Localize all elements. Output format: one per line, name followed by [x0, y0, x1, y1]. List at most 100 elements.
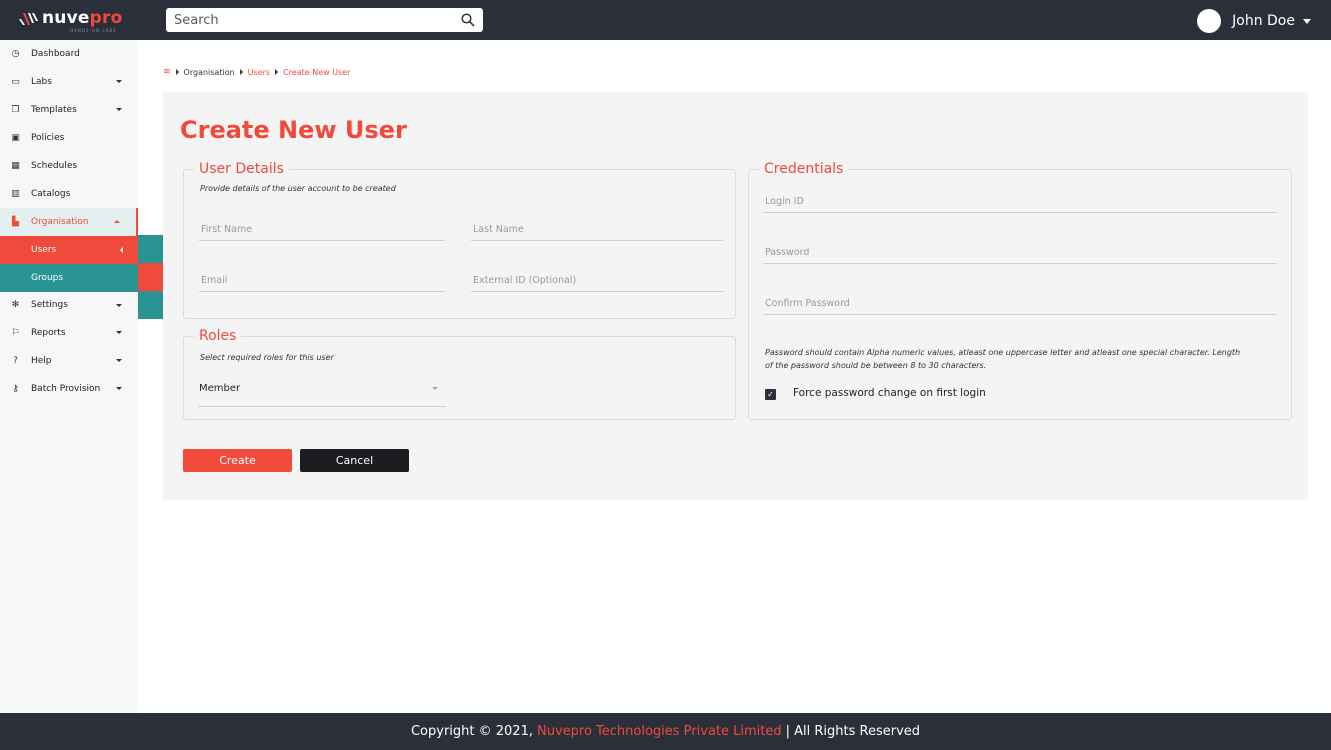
- email-input[interactable]: [199, 270, 445, 291]
- sidebar-item-help[interactable]: ? Help: [0, 347, 138, 375]
- sidebar-item-label: Catalogs: [31, 188, 71, 199]
- logo-text: nuvepro: [42, 8, 123, 28]
- sidebar-item-label: Labs: [31, 77, 52, 88]
- sidebar-item-users[interactable]: Users: [0, 235, 138, 264]
- create-button[interactable]: Create: [183, 449, 292, 472]
- search-icon[interactable]: [461, 13, 475, 27]
- sidebar-item-dashboard[interactable]: ◷ Dashboard: [0, 41, 138, 69]
- login-id-field: [763, 189, 1277, 213]
- search-input[interactable]: [174, 12, 461, 28]
- chevron-down-icon: [116, 303, 122, 307]
- help-icon: ?: [13, 356, 18, 367]
- first-name-input[interactable]: [199, 219, 445, 240]
- sidebar-item-reports[interactable]: ⚐ Reports: [0, 319, 138, 347]
- password-input[interactable]: [763, 242, 1277, 263]
- gear-icon: ✻: [11, 300, 20, 311]
- dropdown-caret-icon: [432, 387, 438, 390]
- breadcrumb-users[interactable]: Users: [248, 68, 270, 77]
- page-title: Create New User: [180, 116, 407, 144]
- breadcrumb-arrow-icon: [239, 69, 243, 75]
- force-password-change-label[interactable]: Force password change on first login: [793, 387, 986, 399]
- roles-select[interactable]: Member: [198, 374, 446, 407]
- sidebar-item-label: Batch Provision: [31, 384, 101, 395]
- sidebar-item-groups[interactable]: Groups: [0, 263, 138, 292]
- logo[interactable]: nuvepro HANDS-ON LABS: [18, 8, 122, 34]
- sidebar-item-label: Organisation: [31, 216, 89, 227]
- create-user-card: Create New User User Details Provide det…: [163, 92, 1308, 500]
- external-id-field: [471, 268, 723, 292]
- sidebar-item-label: Settings: [31, 300, 68, 311]
- chevron-down-icon[interactable]: [1303, 18, 1311, 24]
- sidebar-item-label: Groups: [31, 272, 64, 283]
- cancel-button[interactable]: Cancel: [300, 449, 409, 472]
- confirm-password-input[interactable]: [763, 293, 1277, 314]
- login-id-input[interactable]: [763, 191, 1277, 212]
- external-id-input[interactable]: [471, 270, 723, 291]
- chevron-down-icon: [116, 359, 122, 363]
- logo-mark-icon: [19, 13, 38, 25]
- breadcrumb-arrow-icon: [275, 69, 279, 75]
- breadcrumb-arrow-icon: [175, 69, 179, 75]
- roles-selected-value: Member: [199, 383, 241, 394]
- user-name[interactable]: John Doe: [1232, 13, 1295, 29]
- sidebar: ◷ Dashboard ▭ Labs ❐ Templates ▣ Policie…: [0, 40, 138, 713]
- confirm-password-field: [763, 291, 1277, 315]
- password-field: [763, 240, 1277, 264]
- layers-icon[interactable]: ≋: [163, 67, 171, 77]
- user-details-hint: Provide details of the user account to b…: [200, 184, 396, 193]
- password-rules-note: Password should contain Alpha numeric va…: [765, 348, 1241, 370]
- footer: Copyright © 2021, Nuvepro Technologies P…: [0, 713, 1331, 750]
- breadcrumb: ≋ Organisation Users Create New User: [163, 67, 355, 77]
- sidebar-item-organisation[interactable]: ▙ Organisation: [0, 207, 138, 236]
- sidebar-item-policies[interactable]: ▣ Policies: [0, 124, 138, 152]
- email-field: [199, 268, 445, 292]
- monitor-icon: ▭: [11, 77, 20, 88]
- sidebar-item-label: Policies: [31, 133, 65, 144]
- roles-legend: Roles: [199, 328, 237, 344]
- chevron-left-icon: [120, 246, 123, 253]
- check-icon: ✓: [767, 390, 774, 399]
- chevron-up-icon: [114, 219, 120, 223]
- dashboard-icon: ◷: [11, 49, 20, 60]
- sidebar-item-labs[interactable]: ▭ Labs: [0, 68, 138, 96]
- chevron-down-icon: [116, 80, 122, 84]
- first-name-field: [199, 217, 445, 241]
- chevron-down-icon: [116, 331, 122, 335]
- sidebar-item-label: Schedules: [31, 161, 78, 171]
- sidebar-item-catalogs[interactable]: ▥ Catalogs: [0, 180, 138, 208]
- sidebar-item-label: Help: [31, 356, 52, 367]
- calendar-icon: ▦: [11, 161, 20, 171]
- key-icon: ⚷: [12, 384, 19, 395]
- chevron-down-icon: [116, 387, 122, 391]
- last-name-input[interactable]: [471, 219, 723, 240]
- sidebar-item-templates[interactable]: ❐ Templates: [0, 96, 138, 124]
- flag-icon: ⚐: [11, 328, 20, 339]
- footer-company-link[interactable]: Nuvepro Technologies Private Limited: [537, 724, 782, 739]
- breadcrumb-create-new-user: Create New User: [283, 67, 351, 77]
- sidebar-item-label: Dashboard: [31, 49, 80, 60]
- breadcrumb-organisation[interactable]: Organisation: [184, 68, 235, 77]
- footer-rights: | All Rights Reserved: [785, 724, 921, 739]
- top-bar: nuvepro HANDS-ON LABS John Doe: [0, 0, 1331, 40]
- building-icon: ▙: [12, 216, 19, 227]
- search-box: [166, 8, 483, 32]
- logo-tagline: HANDS-ON LABS: [70, 28, 117, 33]
- roles-hint: Select required roles for this user: [200, 353, 334, 362]
- last-name-field: [471, 217, 723, 241]
- footer-copyright: Copyright © 2021,: [410, 724, 533, 739]
- force-password-change-checkbox[interactable]: ✓: [765, 389, 776, 400]
- user-menu[interactable]: John Doe: [1197, 8, 1311, 34]
- sidebar-item-schedules[interactable]: ▦ Schedules: [0, 152, 138, 180]
- sidebar-item-label: Users: [31, 244, 57, 255]
- avatar[interactable]: [1197, 9, 1222, 33]
- sidebar-item-label: Templates: [31, 105, 77, 116]
- books-icon: ▥: [11, 188, 20, 199]
- clipboard-icon: ▣: [11, 133, 20, 144]
- user-details-legend: User Details: [199, 161, 284, 177]
- sidebar-item-settings[interactable]: ✻ Settings: [0, 292, 138, 320]
- sidebar-item-label: Reports: [31, 328, 66, 339]
- credentials-legend: Credentials: [764, 161, 844, 177]
- copy-icon: ❐: [11, 105, 20, 116]
- chevron-down-icon: [116, 108, 122, 112]
- sidebar-item-batch-provision[interactable]: ⚷ Batch Provision: [0, 375, 138, 403]
